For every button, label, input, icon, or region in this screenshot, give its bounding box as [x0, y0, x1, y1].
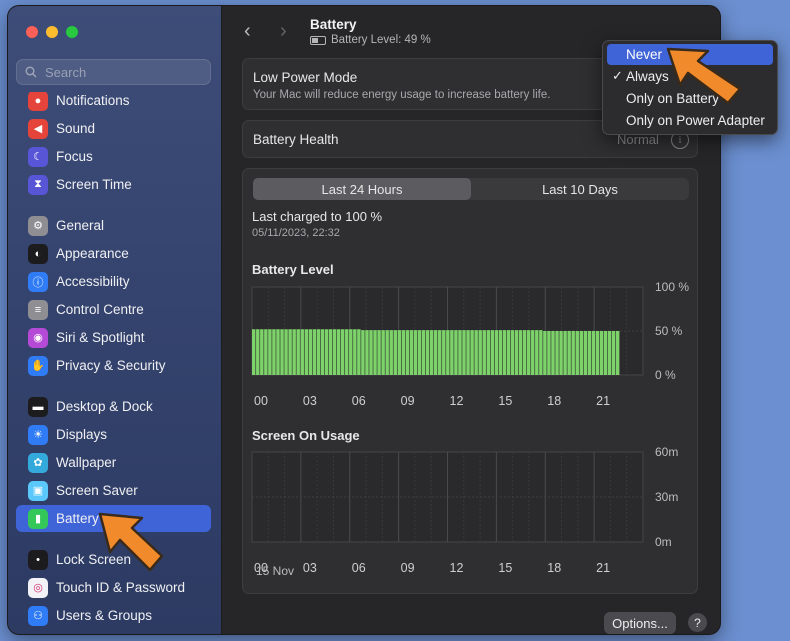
sidebar-item-label: Displays	[56, 427, 108, 442]
screen-on-usage-chart: 60m30m0m00 03 06 09 12 15 18 21	[251, 445, 678, 575]
sidebar-item-label: Users & Groups	[56, 608, 153, 623]
chart-date-label: 15 Nov	[256, 564, 295, 578]
sidebar-item-label: Desktop & Dock	[56, 399, 153, 414]
battery-level-subtitle: Battery Level: 49 %	[310, 34, 431, 46]
sidebar-item-screen-saver[interactable]: ▣ Screen Saver	[16, 477, 211, 504]
pointer-arrow-icon	[666, 47, 742, 105]
sidebar-item-appearance[interactable]: ◐ Appearance	[16, 240, 211, 267]
y-tick-label: 60m	[655, 445, 678, 459]
sidebar-item-label: Appearance	[56, 246, 129, 261]
sidebar-item-label: Touch ID & Password	[56, 580, 186, 595]
sidebar-item-label: Notifications	[56, 93, 130, 108]
toggles-icon: ≡	[28, 299, 48, 320]
flower-icon: ✿	[28, 452, 48, 473]
sidebar-item-label: Siri & Spotlight	[56, 330, 145, 345]
users-icon: ⚇	[28, 605, 48, 626]
sidebar-item-control-centre[interactable]: ≡ Control Centre	[16, 296, 211, 323]
minimize-button[interactable]	[46, 26, 58, 38]
sidebar-item-wallpaper[interactable]: ✿ Wallpaper	[16, 449, 211, 476]
sidebar-item-label: Control Centre	[56, 302, 144, 317]
zoom-button[interactable]	[66, 26, 78, 38]
appearance-icon: ◐	[28, 243, 48, 264]
search-field[interactable]	[16, 59, 211, 85]
sidebar-item-desktop-dock[interactable]: ▬ Desktop & Dock	[16, 393, 211, 420]
y-tick-label: 0m	[655, 535, 672, 549]
checkmark-icon: ✓	[612, 68, 623, 83]
menu-item-label: Never	[626, 47, 663, 62]
siri-icon: ◉	[28, 327, 48, 348]
sidebar-item-focus[interactable]: ☾ Focus	[16, 143, 211, 170]
sidebar-item-label: Screen Time	[56, 177, 132, 192]
sun-icon: ☀	[28, 424, 48, 445]
pointer-arrow-icon	[98, 512, 164, 572]
sidebar-item-label: Privacy & Security	[56, 358, 166, 373]
screensaver-icon: ▣	[28, 480, 48, 501]
x-tick-label: 12	[450, 561, 464, 575]
sidebar-item-touch-id-password[interactable]: ◎ Touch ID & Password	[16, 574, 211, 601]
lock-icon: •	[28, 549, 48, 570]
accessibility-icon: ⓘ	[28, 271, 48, 292]
sidebar-item-general[interactable]: ⚙ General	[16, 212, 211, 239]
menu-item-only-on-power-adapter[interactable]: Only on Power Adapter	[607, 110, 773, 131]
sidebar-item-label: Battery	[56, 511, 99, 526]
speaker-icon: ◀	[28, 118, 48, 139]
x-tick-label: 18	[547, 561, 561, 575]
fingerprint-icon: ◎	[28, 577, 48, 598]
sidebar-item-privacy-security[interactable]: ✋ Privacy & Security	[16, 352, 211, 379]
sidebar-item-notifications[interactable]: ● Notifications	[16, 92, 211, 114]
x-tick-label: 21	[596, 561, 610, 575]
usage-card: Last 24 Hours Last 10 Days Last charged …	[242, 168, 698, 594]
x-tick-label: 09	[401, 561, 415, 575]
close-button[interactable]	[26, 26, 38, 38]
gear-icon: ⚙	[28, 215, 48, 236]
battery-icon: ▮	[28, 508, 48, 529]
sidebar-item-accessibility[interactable]: ⓘ Accessibility	[16, 268, 211, 295]
sidebar-item-screen-time[interactable]: ⧗ Screen Time	[16, 171, 211, 198]
low-power-description: Your Mac will reduce energy usage to inc…	[253, 89, 551, 101]
battery-health-label: Battery Health	[253, 132, 339, 147]
bell-icon: ●	[28, 92, 48, 111]
dock-icon: ▬	[28, 396, 48, 417]
help-button[interactable]: ?	[688, 613, 707, 632]
back-button[interactable]: ‹	[244, 20, 251, 43]
search-input[interactable]	[43, 63, 197, 81]
low-power-title: Low Power Mode	[253, 70, 358, 85]
hand-icon: ✋	[28, 355, 48, 376]
sidebar-item-displays[interactable]: ☀ Displays	[16, 421, 211, 448]
sidebar-item-label: Focus	[56, 149, 93, 164]
x-tick-label: 15	[498, 561, 512, 575]
y-tick-label: 30m	[655, 490, 678, 504]
sidebar-item-siri-spotlight[interactable]: ◉ Siri & Spotlight	[16, 324, 211, 351]
moon-icon: ☾	[28, 146, 48, 167]
menu-item-label: Only on Power Adapter	[626, 113, 765, 128]
options-button[interactable]: Options...	[604, 612, 676, 634]
sidebar-item-users-groups[interactable]: ⚇ Users & Groups	[16, 602, 211, 629]
sidebar-item-label: Screen Saver	[56, 483, 138, 498]
sidebar-item-sound[interactable]: ◀ Sound	[16, 115, 211, 142]
sidebar-item-label: Sound	[56, 121, 96, 136]
forward-button[interactable]: ›	[280, 20, 287, 43]
traffic-lights	[26, 26, 78, 38]
page-title: Battery	[310, 17, 357, 32]
battery-level-text: Battery Level: 49 %	[331, 34, 431, 46]
x-tick-label: 03	[303, 561, 317, 575]
sidebar-item-label: General	[56, 218, 105, 233]
x-tick-label: 06	[352, 561, 366, 575]
menu-item-label: Always	[626, 69, 669, 84]
search-icon	[25, 66, 37, 78]
hourglass-icon: ⧗	[28, 174, 48, 195]
sidebar-item-label: Accessibility	[56, 274, 130, 289]
sidebar-item-label: Wallpaper	[56, 455, 117, 470]
battery-icon	[310, 35, 326, 45]
